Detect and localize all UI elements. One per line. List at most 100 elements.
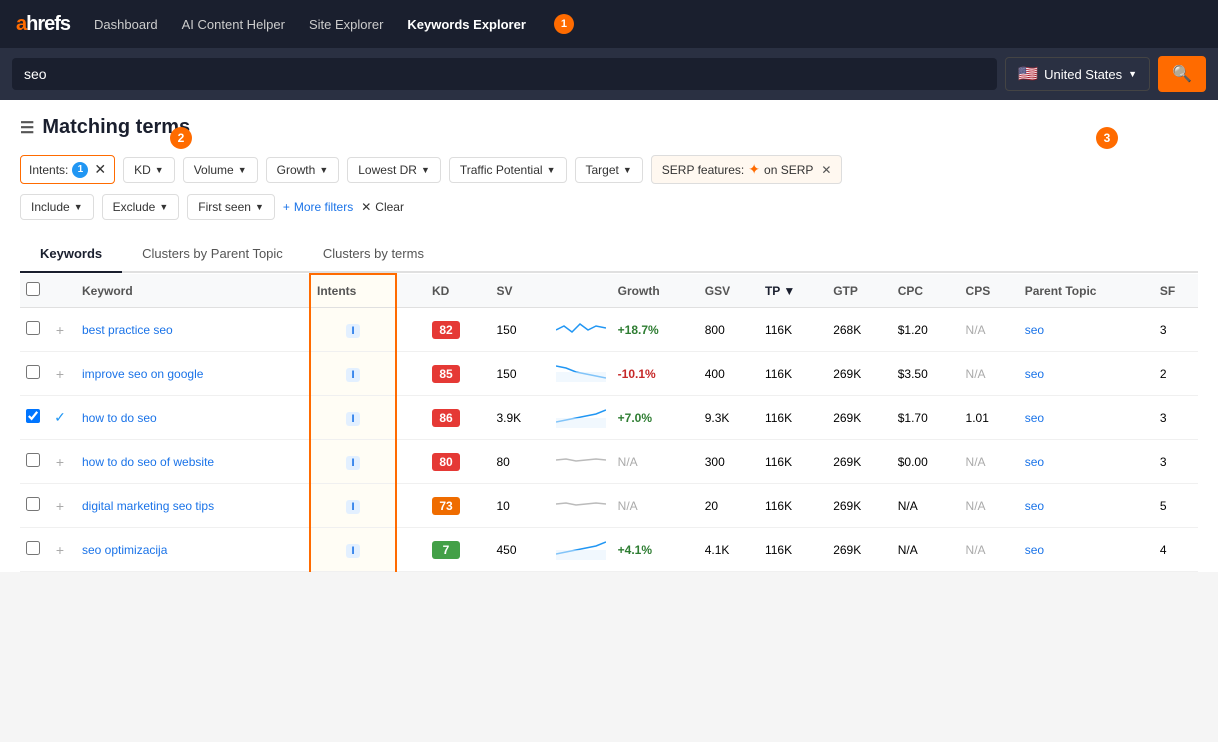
- gtp-value: 269K: [827, 528, 892, 572]
- parent-topic-link[interactable]: seo: [1025, 323, 1044, 337]
- row-checkbox[interactable]: [26, 541, 40, 555]
- col-intents: Intents: [310, 274, 396, 308]
- growth-filter-button[interactable]: Growth ▼: [266, 157, 340, 183]
- row-checkbox[interactable]: [26, 497, 40, 511]
- nav-dashboard[interactable]: Dashboard: [94, 17, 158, 32]
- serp-features-filter-button[interactable]: SERP features: ✦ on SERP ✕: [651, 155, 843, 184]
- cps-value: N/A: [960, 484, 1019, 528]
- filters-row-1: 2 Intents: 1 ✕ KD ▼ Volume ▼ Growth ▼ Lo…: [20, 155, 1198, 184]
- more-filters-button[interactable]: + More filters: [283, 200, 353, 214]
- tab-clusters-by-parent-topic[interactable]: Clusters by Parent Topic: [122, 236, 303, 273]
- gsv-value: 9.3K: [699, 396, 759, 440]
- add-icon[interactable]: +: [52, 498, 68, 514]
- add-icon[interactable]: +: [52, 454, 68, 470]
- keywords-table-wrapper: Keyword Intents KD SV Growth GSV TP ▼ GT…: [20, 273, 1198, 572]
- nav-ai-content-helper[interactable]: AI Content Helper: [182, 17, 285, 32]
- kd-badge: 82: [432, 321, 460, 339]
- logo[interactable]: ahrefs: [16, 13, 70, 36]
- gsv-value: 20: [699, 484, 759, 528]
- keyword-link[interactable]: seo optimizacija: [82, 543, 167, 557]
- table-row: + seo optimizacija I 7 450 +4.1% 4.1K 11…: [20, 528, 1198, 572]
- parent-topic-link[interactable]: seo: [1025, 367, 1044, 381]
- add-icon[interactable]: +: [52, 366, 68, 382]
- col-keyword: Keyword: [76, 274, 310, 308]
- page-title: Matching terms: [42, 116, 190, 139]
- first-seen-filter-button[interactable]: First seen ▼: [187, 194, 275, 220]
- col-cps: CPS: [960, 274, 1019, 308]
- kd-filter-button[interactable]: KD ▼: [123, 157, 175, 183]
- keyword-link[interactable]: improve seo on google: [82, 367, 203, 381]
- gtp-value: 268K: [827, 308, 892, 352]
- col-gtp: GTP: [827, 274, 892, 308]
- parent-topic-link[interactable]: seo: [1025, 455, 1044, 469]
- tab-clusters-by-terms[interactable]: Clusters by terms: [303, 236, 444, 273]
- intents-filter-button[interactable]: Intents: 1 ✕: [20, 155, 115, 184]
- tp-value: 116K: [759, 352, 827, 396]
- kd-badge: 85: [432, 365, 460, 383]
- growth-value: +4.1%: [612, 528, 699, 572]
- gtp-value: 269K: [827, 484, 892, 528]
- target-filter-button[interactable]: Target ▼: [575, 157, 643, 183]
- row-checkbox[interactable]: [26, 365, 40, 379]
- growth-value: -10.1%: [612, 352, 699, 396]
- keyword-link[interactable]: how to do seo: [82, 411, 157, 425]
- tp-value: 116K: [759, 308, 827, 352]
- volume-chevron-icon: ▼: [238, 165, 247, 175]
- lowest-dr-filter-button[interactable]: Lowest DR ▼: [347, 157, 441, 183]
- row-checkbox[interactable]: [26, 409, 40, 423]
- intent-badge: I: [346, 500, 359, 514]
- search-button[interactable]: 🔍: [1158, 56, 1206, 92]
- cps-value: N/A: [960, 308, 1019, 352]
- col-tp[interactable]: TP ▼: [759, 274, 827, 308]
- gtp-value: 269K: [827, 352, 892, 396]
- nav-site-explorer[interactable]: Site Explorer: [309, 17, 383, 32]
- parent-topic-link[interactable]: seo: [1025, 411, 1044, 425]
- search-input[interactable]: [12, 58, 997, 90]
- keyword-link[interactable]: best practice seo: [82, 323, 173, 337]
- table-row: ✓ how to do seo I 86 3.9K +7.0% 9.3K 116…: [20, 396, 1198, 440]
- nav-keywords-explorer[interactable]: Keywords Explorer: [407, 17, 526, 32]
- table-row: + improve seo on google I 85 150 -10.1% …: [20, 352, 1198, 396]
- exclude-filter-button[interactable]: Exclude ▼: [102, 194, 180, 220]
- intents-clear-icon[interactable]: ✕: [94, 161, 106, 178]
- intents-count-badge: 1: [72, 162, 88, 178]
- add-icon[interactable]: +: [52, 542, 68, 558]
- step-1-badge: 1: [554, 14, 574, 34]
- include-filter-button[interactable]: Include ▼: [20, 194, 94, 220]
- gtp-value: 269K: [827, 396, 892, 440]
- cpc-value: N/A: [892, 484, 960, 528]
- filters-row-2: Include ▼ Exclude ▼ First seen ▼ + More …: [20, 194, 1198, 220]
- sf-value: 3: [1154, 396, 1198, 440]
- parent-topic-link[interactable]: seo: [1025, 499, 1044, 513]
- cpc-value: $1.20: [892, 308, 960, 352]
- keyword-link[interactable]: digital marketing seo tips: [82, 499, 214, 513]
- serp-clear-icon[interactable]: ✕: [821, 163, 831, 177]
- intent-badge: I: [346, 544, 359, 558]
- row-checkbox[interactable]: [26, 453, 40, 467]
- menu-icon[interactable]: ☰: [20, 118, 34, 138]
- intent-badge: I: [346, 412, 359, 426]
- row-checkbox[interactable]: [26, 321, 40, 335]
- gsv-value: 4.1K: [699, 528, 759, 572]
- add-icon[interactable]: +: [52, 322, 68, 338]
- select-all-checkbox[interactable]: [26, 282, 40, 296]
- tp-value: 116K: [759, 484, 827, 528]
- kd-badge: 7: [432, 541, 460, 559]
- traffic-potential-filter-button[interactable]: Traffic Potential ▼: [449, 157, 567, 183]
- gsv-value: 300: [699, 440, 759, 484]
- tab-keywords[interactable]: Keywords: [20, 236, 122, 273]
- check-icon[interactable]: ✓: [52, 409, 68, 426]
- gtp-value: 269K: [827, 440, 892, 484]
- clear-filters-button[interactable]: ✕ Clear: [361, 200, 404, 214]
- tp-value: 116K: [759, 528, 827, 572]
- top-navigation: ahrefs Dashboard AI Content Helper Site …: [0, 0, 1218, 48]
- keyword-link[interactable]: how to do seo of website: [82, 455, 214, 469]
- col-parent-topic: Parent Topic: [1019, 274, 1154, 308]
- plus-icon: +: [283, 200, 290, 214]
- volume-filter-button[interactable]: Volume ▼: [183, 157, 258, 183]
- tp-value: 116K: [759, 396, 827, 440]
- gsv-value: 800: [699, 308, 759, 352]
- parent-topic-link[interactable]: seo: [1025, 543, 1044, 557]
- step-2-badge: 2: [170, 127, 192, 149]
- country-selector[interactable]: 🇺🇸 United States ▼: [1005, 57, 1150, 91]
